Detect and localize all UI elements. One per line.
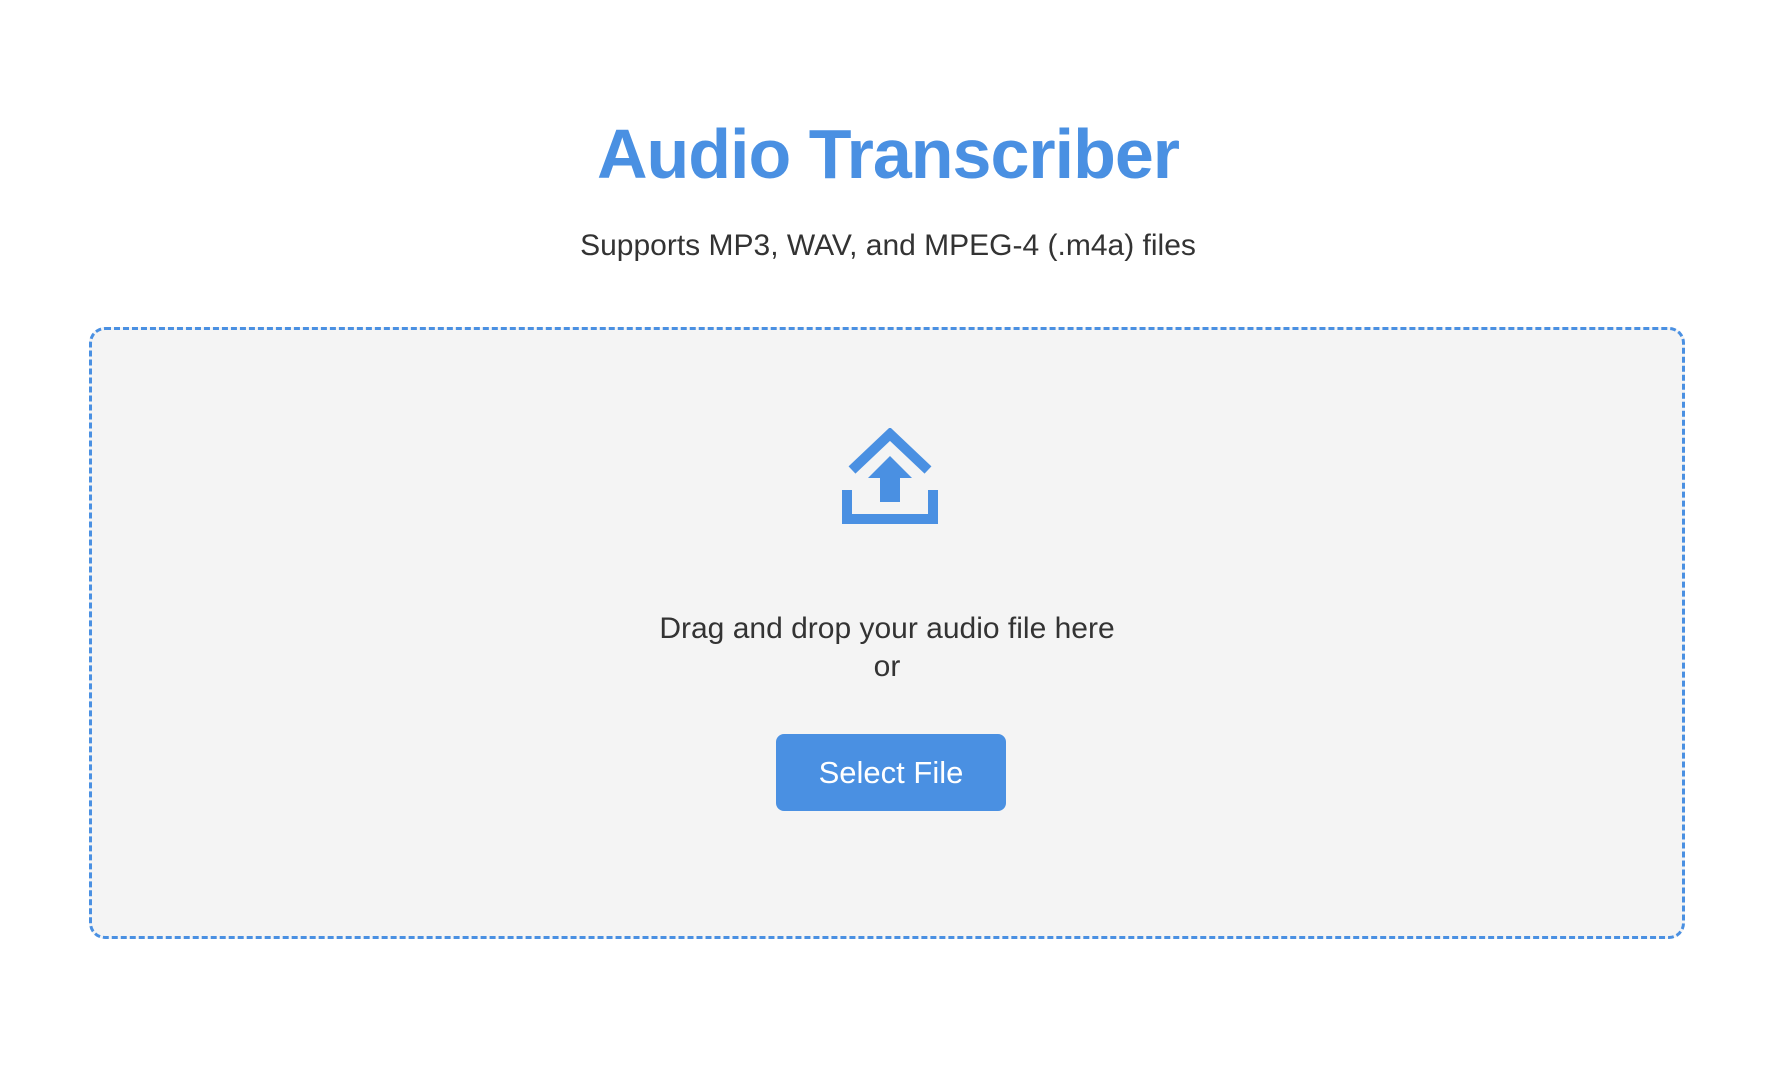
upload-icon bbox=[842, 428, 938, 524]
or-separator: or bbox=[873, 650, 901, 683]
drag-drop-instruction: Drag and drop your audio file here bbox=[659, 612, 1115, 645]
file-dropzone[interactable]: Drag and drop your audio file here or Se… bbox=[89, 327, 1685, 939]
page: Audio Transcriber Supports MP3, WAV, and… bbox=[0, 0, 1776, 1074]
select-file-button[interactable]: Select File bbox=[776, 734, 1006, 811]
supported-formats-text: Supports MP3, WAV, and MPEG-4 (.m4a) fil… bbox=[580, 229, 1196, 262]
page-title: Audio Transcriber bbox=[596, 115, 1180, 193]
